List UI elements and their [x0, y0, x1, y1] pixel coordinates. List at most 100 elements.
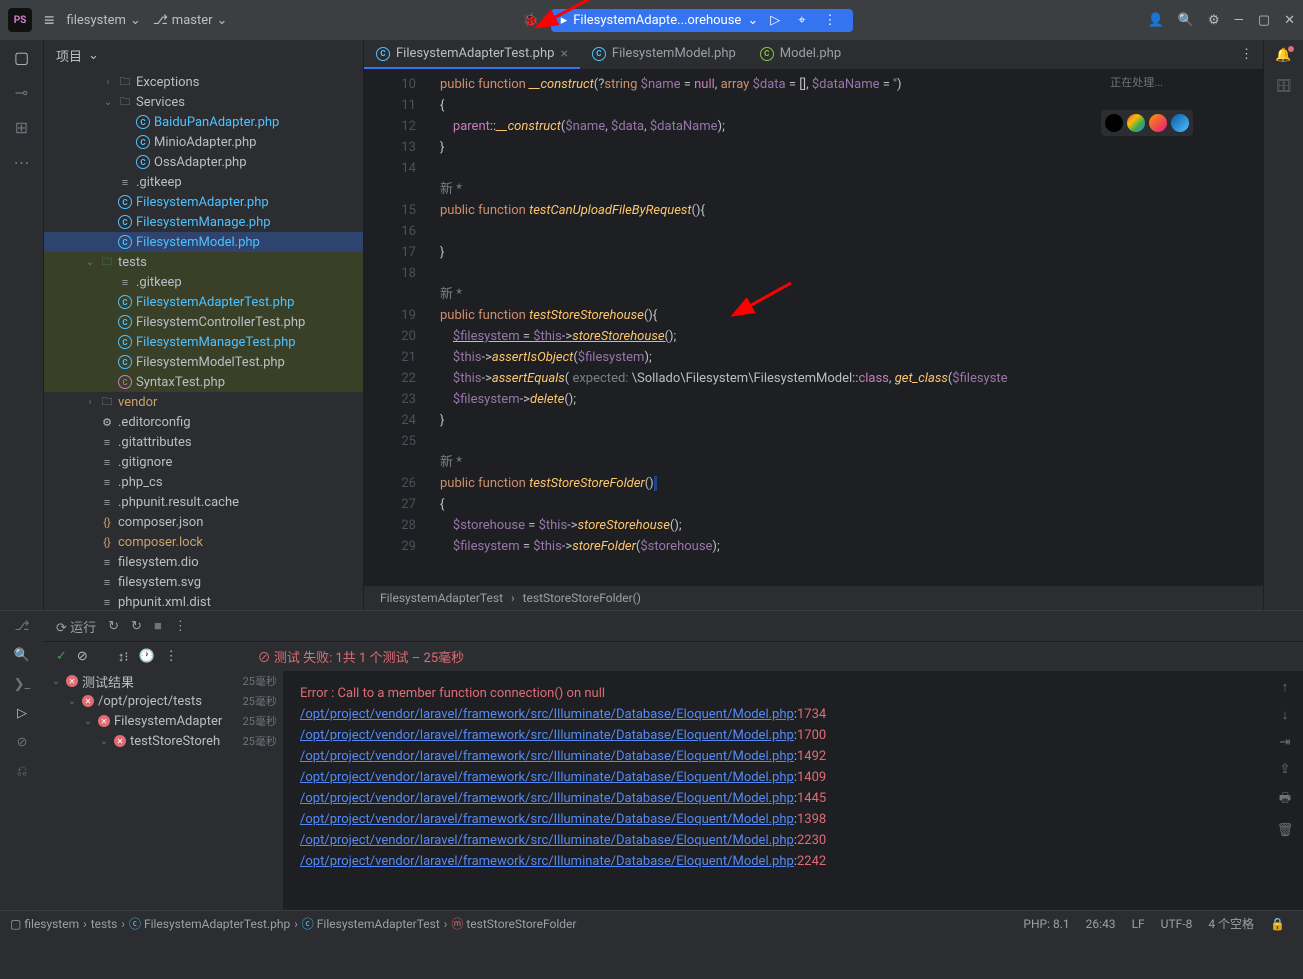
tree-item[interactable]: CFilesystemAdapterTest.php	[44, 292, 363, 312]
editor-gutter[interactable]: 1011121314▶15161718●19202122232425▶26272…	[364, 70, 424, 586]
tree-item[interactable]: ⌄🗀Services	[44, 92, 363, 112]
database-icon[interactable]: 🗄	[1275, 79, 1292, 94]
minimize-icon[interactable]: —	[1234, 13, 1244, 28]
run-tool-icon[interactable]: ▷	[17, 706, 27, 721]
tree-item[interactable]: ⚙.editorconfig	[44, 412, 363, 432]
tree-item[interactable]: COssAdapter.php	[44, 152, 363, 172]
search-icon[interactable]: 🔍	[1178, 13, 1194, 28]
more-tools-icon[interactable]: ⋯	[14, 153, 30, 172]
close-tab-icon[interactable]: ×	[560, 46, 567, 62]
statusbar-item[interactable]: PHP: 8.1	[1015, 917, 1077, 931]
tree-item[interactable]: CFilesystemAdapter.php	[44, 192, 363, 212]
project-selector[interactable]: filesystem ⌄	[67, 13, 141, 28]
main-menu-icon[interactable]: ≡	[44, 10, 55, 31]
tree-item[interactable]: CFilesystemModel.php	[44, 232, 363, 252]
project-panel-header[interactable]: 项目 ⌄	[44, 40, 363, 70]
rerun-icon[interactable]: ↻	[108, 619, 119, 634]
tree-item[interactable]: ≡filesystem.svg	[44, 572, 363, 592]
stack-frame[interactable]: /opt/project/vendor/laravel/framework/sr…	[300, 788, 1251, 809]
terminal-tool-icon[interactable]: ❯_	[14, 677, 31, 692]
more-run-icon[interactable]: ⋮	[818, 13, 843, 28]
settings-icon[interactable]: ⚙	[1208, 13, 1220, 28]
breadcrumb-item[interactable]: ▢ filesystem	[10, 917, 79, 931]
test-tree[interactable]: ⌄✕测试结果25毫秒⌄✕/opt/project/tests25毫秒⌄✕File…	[44, 671, 284, 910]
tree-item[interactable]: ≡.gitattributes	[44, 432, 363, 452]
run-button[interactable]: ▷	[764, 13, 786, 28]
tree-item[interactable]: CFilesystemManageTest.php	[44, 332, 363, 352]
tree-item[interactable]: ›🗀Exceptions	[44, 72, 363, 92]
tree-item[interactable]: CFilesystemModelTest.php	[44, 352, 363, 372]
tabs-more-icon[interactable]: ⋮	[1230, 47, 1263, 62]
tree-item[interactable]: ≡.gitignore	[44, 452, 363, 472]
tree-item[interactable]: {}composer.json	[44, 512, 363, 532]
tree-item[interactable]: ≡.phpunit.result.cache	[44, 492, 363, 512]
stack-frame[interactable]: /opt/project/vendor/laravel/framework/sr…	[300, 725, 1251, 746]
tree-item[interactable]: ›🗀vendor	[44, 392, 363, 412]
edge-icon[interactable]	[1171, 114, 1189, 132]
sort-icon[interactable]: ↕⁝	[118, 649, 129, 665]
export-icon[interactable]: ⇪	[1280, 762, 1291, 777]
test-tree-item[interactable]: ⌄✕/opt/project/tests25毫秒	[44, 691, 283, 711]
stack-frame[interactable]: /opt/project/vendor/laravel/framework/sr…	[300, 704, 1251, 725]
tree-item[interactable]: CFilesystemManage.php	[44, 212, 363, 232]
firefox-icon[interactable]	[1149, 114, 1167, 132]
rerun-failed-icon[interactable]: ↻	[131, 619, 142, 634]
tree-item[interactable]: CSyntaxTest.php	[44, 372, 363, 392]
commit-tool-icon[interactable]: ⊸	[15, 83, 28, 102]
bug-icon[interactable]: 🐞	[523, 13, 539, 28]
breadcrumb-item[interactable]: ⓒ FilesystemAdapterTest	[302, 915, 440, 932]
lock-icon[interactable]: 🔒	[1262, 917, 1293, 931]
git-tool-icon[interactable]: ⎇	[15, 619, 30, 634]
statusbar-item[interactable]: UTF-8	[1153, 917, 1201, 931]
vcs-branch[interactable]: ⎇ master ⌄	[153, 13, 228, 28]
print-icon[interactable]: 🖶	[1279, 789, 1291, 811]
editor-breadcrumb[interactable]: FilesystemAdapterTest › testStoreStoreFo…	[364, 586, 1263, 610]
test-more-icon[interactable]: ⋮	[165, 649, 178, 664]
tree-item[interactable]: ≡phpunit.xml.dist	[44, 592, 363, 610]
tree-item[interactable]: ≡.php_cs	[44, 472, 363, 492]
scroll-down-icon[interactable]: ↓	[1282, 707, 1289, 723]
tree-item[interactable]: ≡.gitkeep	[44, 172, 363, 192]
vcs-tool-icon[interactable]: ⎌	[17, 764, 27, 779]
stack-frame[interactable]: /opt/project/vendor/laravel/framework/sr…	[300, 830, 1251, 851]
test-tree-item[interactable]: ⌄✕测试结果25毫秒	[44, 671, 283, 691]
phpstorm-icon[interactable]	[1105, 114, 1123, 132]
breadcrumb-item[interactable]: ⓜ testStoreStoreFolder	[451, 915, 576, 932]
close-icon[interactable]: ✕	[1284, 13, 1295, 28]
test-tree-item[interactable]: ⌄✕FilesystemAdapter25毫秒	[44, 711, 283, 731]
breadcrumb-item[interactable]: tests	[91, 917, 118, 931]
tree-item[interactable]: {}composer.lock	[44, 532, 363, 552]
run-more-icon[interactable]: ⋮	[174, 619, 187, 634]
test-output[interactable]: Error : Call to a member function connec…	[284, 671, 1267, 910]
editor-tab[interactable]: CFilesystemModel.php	[580, 40, 748, 69]
clear-icon[interactable]: 🗑	[1277, 823, 1294, 838]
ignore-filter-icon[interactable]: ⊘	[77, 649, 88, 664]
project-tree[interactable]: ›🗀Exceptions⌄🗀ServicesCBaiduPanAdapter.p…	[44, 70, 363, 610]
chrome-icon[interactable]	[1127, 114, 1145, 132]
code-editor[interactable]: public function __construct(?string $nam…	[424, 70, 1263, 586]
editor-tab[interactable]: CModel.php	[748, 40, 853, 69]
statusbar-item[interactable]: 4 个空格	[1200, 917, 1262, 931]
problems-tool-icon[interactable]: ⊘	[17, 735, 28, 750]
tree-item[interactable]: ⌄🗀tests	[44, 252, 363, 272]
editor-tab[interactable]: CFilesystemAdapterTest.php×	[364, 40, 580, 69]
stack-frame[interactable]: /opt/project/vendor/laravel/framework/sr…	[300, 851, 1251, 872]
breadcrumb-item[interactable]: ⓒ FilesystemAdapterTest.php	[129, 915, 290, 932]
history-icon[interactable]: 🕐	[138, 649, 154, 664]
soft-wrap-icon[interactable]: ⇥	[1280, 735, 1291, 750]
notifications-icon[interactable]: 🔔	[1275, 48, 1291, 63]
stack-frame[interactable]: /opt/project/vendor/laravel/framework/sr…	[300, 767, 1251, 788]
tree-item[interactable]: ≡.gitkeep	[44, 272, 363, 292]
pass-filter-icon[interactable]: ✓	[56, 649, 67, 664]
stack-frame[interactable]: /opt/project/vendor/laravel/framework/sr…	[300, 809, 1251, 830]
search-tool-icon[interactable]: 🔍	[14, 648, 30, 663]
stop-icon[interactable]: ■	[154, 618, 162, 634]
user-icon[interactable]: 👤	[1148, 13, 1164, 28]
scroll-up-icon[interactable]: ↑	[1282, 679, 1289, 695]
tree-item[interactable]: ≡filesystem.dio	[44, 552, 363, 572]
tree-item[interactable]: CFilesystemControllerTest.php	[44, 312, 363, 332]
stack-frame[interactable]: /opt/project/vendor/laravel/framework/sr…	[300, 746, 1251, 767]
statusbar-item[interactable]: LF	[1124, 917, 1153, 931]
tree-item[interactable]: CBaiduPanAdapter.php	[44, 112, 363, 132]
test-tree-item[interactable]: ⌄✕testStoreStoreh25毫秒	[44, 731, 283, 751]
